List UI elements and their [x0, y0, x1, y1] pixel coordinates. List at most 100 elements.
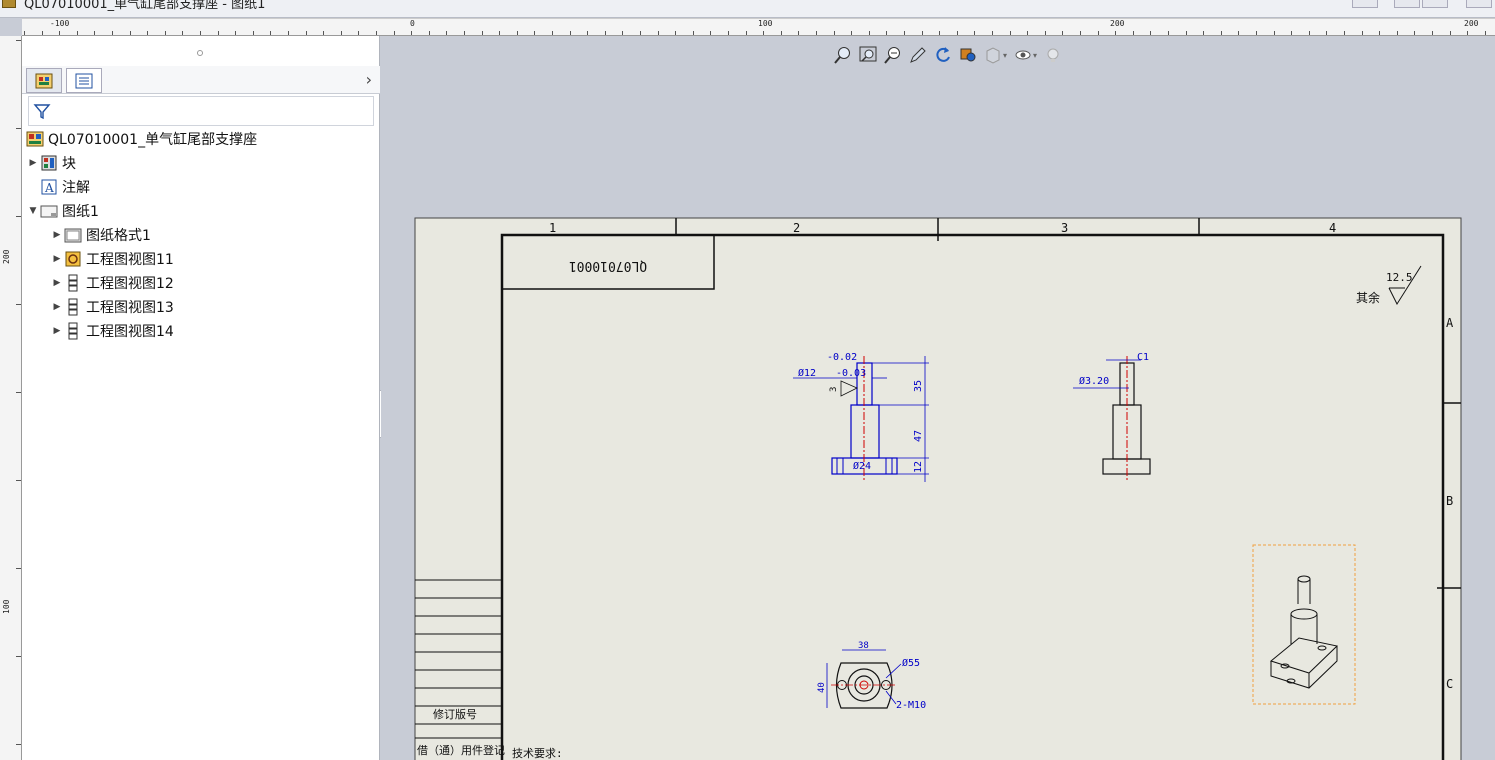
ruler-label: 200 — [1110, 19, 1125, 28]
ruler-tick — [1309, 31, 1310, 35]
ruler-tick — [1274, 31, 1275, 35]
expand-arrow-icon[interactable]: ▶ — [26, 158, 40, 168]
scene-button[interactable] — [1042, 44, 1064, 66]
tree-root-item[interactable]: QL07010001_单气缸尾部支撑座 — [26, 128, 257, 150]
ruler-tick — [1133, 31, 1134, 35]
ruler-tick — [59, 31, 60, 35]
heads-up-view-toolbar: ▾ ▾ — [832, 44, 1064, 66]
tile-window-button[interactable] — [1394, 0, 1420, 8]
tree-item-annotations[interactable]: A 注解 — [26, 176, 90, 198]
feature-manager-tab[interactable] — [26, 68, 62, 93]
collapse-arrow-icon[interactable]: ▼ — [26, 206, 40, 216]
display-style-button[interactable] — [957, 44, 979, 66]
sheet-format-icon — [64, 226, 82, 244]
property-manager-tab[interactable] — [66, 68, 102, 93]
tech-requirements-label: 技术要求: — [512, 747, 563, 760]
borrow-register-label: 借（通）用件登记 — [417, 743, 505, 757]
dim-tolerance-upper[interactable]: -0.02 — [827, 352, 857, 363]
ruler-tick — [640, 31, 641, 35]
ruler-tick — [1150, 31, 1151, 35]
ruler-tick — [957, 31, 958, 35]
ruler-label: 100 — [2, 599, 11, 614]
filter-box[interactable] — [28, 96, 374, 126]
dim-small-3[interactable]: 3 — [829, 387, 839, 392]
tree-item-sheet-format[interactable]: ▶ 图纸格式1 — [50, 224, 151, 246]
expand-arrow-icon[interactable]: ▶ — [50, 302, 64, 312]
pan-button[interactable] — [907, 44, 929, 66]
ruler-tick — [1115, 31, 1116, 35]
expand-arrow-icon[interactable]: ▶ — [50, 254, 64, 264]
zoom-to-area-button[interactable] — [857, 44, 879, 66]
ruler-tick — [834, 31, 835, 35]
ruler-tick — [974, 31, 975, 35]
tree-item-block[interactable]: ▶ 块 — [26, 152, 76, 174]
ruler-tick — [411, 31, 412, 35]
dim-holes-2-m10[interactable]: 2-M10 — [896, 700, 926, 711]
ruler-tick — [1186, 31, 1187, 35]
ruler-tick — [1168, 31, 1169, 35]
dim-length-47[interactable]: 47 — [913, 430, 924, 442]
dim-chamfer-c1[interactable]: C1 — [1137, 352, 1149, 363]
dim-diameter-12[interactable]: Ø12 — [798, 367, 816, 379]
ruler-tick — [798, 31, 799, 35]
ruler-tick — [376, 31, 377, 35]
ruler-tick — [922, 31, 923, 35]
tree-item-label: 工程图视图14 — [86, 324, 174, 340]
expand-arrow-icon[interactable]: ▶ — [50, 326, 64, 336]
dim-length-12[interactable]: 12 — [913, 461, 924, 473]
zone-column-label: 4 — [1329, 221, 1336, 235]
panel-grip[interactable] — [197, 50, 203, 56]
dim-length-35[interactable]: 35 — [913, 380, 924, 392]
display-style-icon — [960, 48, 976, 62]
view-settings-button[interactable] — [1012, 44, 1034, 66]
expand-arrow-icon[interactable]: ▶ — [50, 230, 64, 240]
ruler-tick — [24, 31, 25, 35]
ruler-tick — [1432, 31, 1433, 35]
dropdown-arrow-icon[interactable]: ▾ — [1003, 51, 1007, 60]
ruler-tick — [1203, 31, 1204, 35]
drawing-sheet[interactable]: 1 2 3 4 A B C QL07010001 其余 12.5 修订版号 借（… — [381, 36, 1495, 760]
ruler-tick — [886, 31, 887, 35]
zoom-in-out-button[interactable] — [882, 44, 904, 66]
window-title: QL07010001_单气缸尾部支撑座 - 图纸1 — [24, 0, 266, 12]
dim-diameter-24[interactable]: Ø24 — [853, 460, 871, 472]
restore-window-button[interactable] — [1352, 0, 1378, 8]
expand-arrow-icon[interactable]: ▶ — [50, 278, 64, 288]
ruler-label: 0 — [410, 19, 415, 28]
annotation-icon: A — [40, 178, 58, 196]
filter-icon[interactable] — [33, 102, 51, 120]
dim-diameter-55[interactable]: Ø55 — [902, 657, 920, 669]
ruler-tick — [728, 31, 729, 35]
zoom-to-fit-button[interactable] — [832, 44, 854, 66]
chevron-right-icon[interactable]: › — [366, 70, 372, 89]
dim-width-38[interactable]: 38 — [858, 641, 869, 651]
ruler-tick — [358, 31, 359, 35]
dim-diameter-3-20[interactable]: Ø3.20 — [1079, 375, 1109, 387]
dropdown-arrow-icon[interactable]: ▾ — [1033, 51, 1037, 60]
tree-item-view-11[interactable]: ▶ 工程图视图11 — [50, 248, 174, 270]
ruler-tick — [253, 31, 254, 35]
tree-item-sheet[interactable]: ▼ 图纸1 — [26, 200, 99, 222]
light-bulb-icon — [1047, 48, 1059, 62]
close-window-button[interactable] — [1466, 0, 1492, 8]
ruler-tick — [1027, 31, 1028, 35]
dim-height-40[interactable]: 40 — [817, 682, 827, 693]
redraw-button[interactable] — [932, 44, 954, 66]
tree-item-view-14[interactable]: ▶ 工程图视图14 — [50, 320, 174, 342]
drawing-view-icon — [64, 250, 82, 268]
hide-show-button[interactable] — [982, 44, 1004, 66]
tree-item-view-12[interactable]: ▶ 工程图视图12 — [50, 272, 174, 294]
block-icon — [40, 154, 58, 172]
zone-row-label: A — [1446, 316, 1454, 330]
ruler-tick — [939, 31, 940, 35]
graphics-area[interactable]: 1 2 3 4 A B C QL07010001 其余 12.5 修订版号 借（… — [381, 36, 1495, 760]
sheet-paper — [414, 217, 1462, 760]
ruler-tick — [1062, 31, 1063, 35]
ruler-tick — [235, 31, 236, 35]
dim-tolerance-lower[interactable]: -0.03 — [836, 368, 866, 379]
minimize-window-button[interactable] — [1422, 0, 1448, 8]
ruler-tick — [42, 31, 43, 35]
ruler-tick — [182, 31, 183, 35]
ruler-tick — [1098, 31, 1099, 35]
tree-item-view-13[interactable]: ▶ 工程图视图13 — [50, 296, 174, 318]
